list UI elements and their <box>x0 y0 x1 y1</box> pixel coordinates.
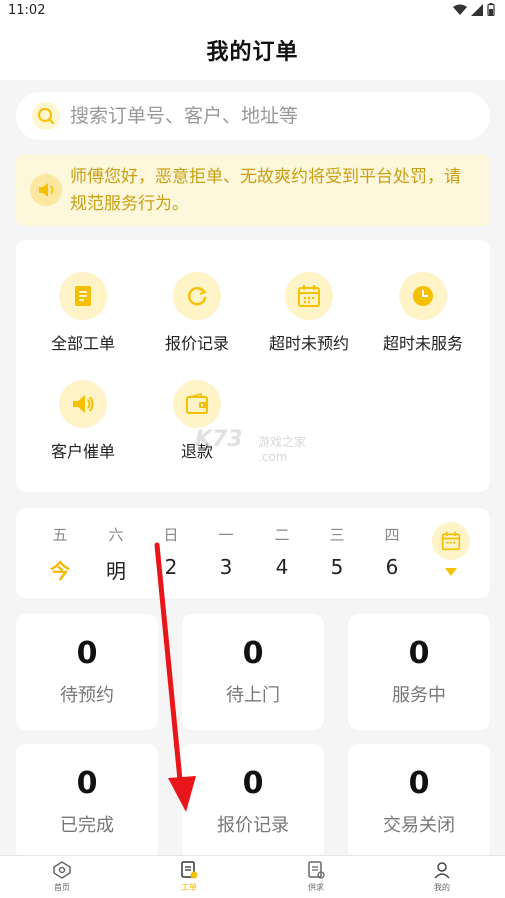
tab-home[interactable]: 首页 <box>22 860 102 893</box>
chevron-down-icon[interactable] <box>445 568 457 576</box>
stat-card-pending-visit[interactable]: 0 待上门 <box>182 614 324 730</box>
calendar-icon <box>285 272 333 320</box>
date-item[interactable]: 二 4 <box>262 524 302 579</box>
stat-value: 0 <box>408 636 430 671</box>
stat-card-pending-booking[interactable]: 0 待预约 <box>16 614 158 730</box>
stat-value: 0 <box>242 766 264 801</box>
shortcut-quote-records[interactable]: 报价记录 <box>138 272 256 354</box>
search-input[interactable] <box>70 92 470 140</box>
page-title: 我的订单 <box>206 40 299 65</box>
clock-icon <box>399 272 447 320</box>
stat-label: 待上门 <box>226 685 280 706</box>
stat-card-closed[interactable]: 0 交易关闭 <box>348 744 490 860</box>
date-item[interactable]: 日 2 <box>151 524 191 579</box>
stat-label: 交易关闭 <box>383 815 455 836</box>
battery-icon <box>487 3 495 16</box>
wifi-icon <box>453 4 467 15</box>
page-header: 我的订单 <box>0 22 505 80</box>
search-icon <box>32 102 60 130</box>
date-item[interactable]: 三 5 <box>317 524 357 579</box>
date-weekday: 二 <box>274 526 290 544</box>
watermark-logo: K73 <box>195 427 243 452</box>
stat-value: 0 <box>408 766 430 801</box>
stat-card-in-service[interactable]: 0 服务中 <box>348 614 490 730</box>
megaphone-icon <box>59 380 107 428</box>
shortcut-overdue-unbooked[interactable]: 超时未预约 <box>250 272 368 354</box>
shortcut-label: 客户催单 <box>50 442 115 461</box>
date-item[interactable]: 一 3 <box>206 524 246 579</box>
tab-mine[interactable]: 我的 <box>402 860 482 893</box>
home-icon <box>52 860 72 880</box>
watermark-text: 游戏之家 .com <box>258 433 306 464</box>
status-bar: 11:02 <box>0 0 505 22</box>
date-number: 5 <box>330 555 344 579</box>
date-weekday: 三 <box>329 526 345 544</box>
date-number: 今 <box>50 559 70 583</box>
document-icon <box>59 272 107 320</box>
stat-label: 待预约 <box>60 685 114 706</box>
status-icons <box>453 3 495 16</box>
date-weekday: 五 <box>52 526 68 544</box>
tab-work[interactable]: 工单 <box>149 860 229 893</box>
stat-value: 0 <box>242 636 264 671</box>
shortcut-overdue-unserved[interactable]: 超时未服务 <box>364 272 482 354</box>
user-icon <box>432 860 452 880</box>
date-item[interactable]: 四 6 <box>372 524 412 579</box>
notice-text: 师傅您好，恶意拒单、无故爽约将受到平台处罚，请规范服务行为。 <box>70 167 461 214</box>
date-number: 4 <box>275 555 289 579</box>
calendar-picker-button[interactable] <box>432 522 470 560</box>
stat-value: 0 <box>76 766 98 801</box>
work-order-icon <box>179 860 199 880</box>
shortcut-grid: 全部工单 报价记录 超时未预约 超时未服务 客户催单 退款 <box>16 240 490 492</box>
watermark-domain: .com <box>258 450 288 464</box>
search-bar[interactable] <box>16 92 490 140</box>
date-item[interactable]: 五 今 <box>40 524 80 584</box>
date-number: 6 <box>385 555 399 579</box>
date-weekday: 六 <box>108 526 124 544</box>
date-number: 2 <box>164 555 178 579</box>
stat-value: 0 <box>76 636 98 671</box>
shortcut-customer-urge[interactable]: 客户催单 <box>24 380 142 462</box>
bottom-tab-bar: 首页 工单 供求 我的 <box>0 855 505 898</box>
tab-label: 我的 <box>434 883 450 892</box>
notice-banner: 师傅您好，恶意拒单、无故爽约将受到平台处罚，请规范服务行为。 <box>16 154 490 226</box>
speaker-icon <box>30 174 62 206</box>
shortcut-label: 报价记录 <box>164 334 229 353</box>
status-time: 11:02 <box>8 3 46 18</box>
date-number: 明 <box>106 559 126 583</box>
stat-label: 已完成 <box>60 815 114 836</box>
supply-icon <box>306 860 326 880</box>
calendar-icon <box>441 531 461 551</box>
stat-card-completed[interactable]: 0 已完成 <box>16 744 158 860</box>
date-weekday: 一 <box>218 526 234 544</box>
stat-label: 报价记录 <box>217 815 289 836</box>
date-item[interactable]: 六 明 <box>96 524 136 584</box>
tab-label: 首页 <box>54 883 70 892</box>
shortcut-all-orders[interactable]: 全部工单 <box>24 272 142 354</box>
shortcut-label: 超时未服务 <box>382 334 463 353</box>
watermark-site: 游戏之家 <box>258 435 307 449</box>
shortcut-label: 全部工单 <box>50 334 115 353</box>
date-weekday: 四 <box>384 526 400 544</box>
stat-card-quote-records[interactable]: 0 报价记录 <box>182 744 324 860</box>
date-strip: 五 今 六 明 日 2 一 3 二 4 三 5 四 6 <box>16 508 490 598</box>
tab-label: 供求 <box>308 883 324 892</box>
refresh-icon <box>173 272 221 320</box>
tab-supply[interactable]: 供求 <box>276 860 356 893</box>
shortcut-label: 超时未预约 <box>268 334 349 353</box>
date-weekday: 日 <box>163 526 179 544</box>
signal-icon <box>471 3 483 16</box>
tab-label: 工单 <box>181 883 197 892</box>
stat-label: 服务中 <box>392 685 446 706</box>
wallet-icon <box>173 380 221 428</box>
date-number: 3 <box>219 555 233 579</box>
